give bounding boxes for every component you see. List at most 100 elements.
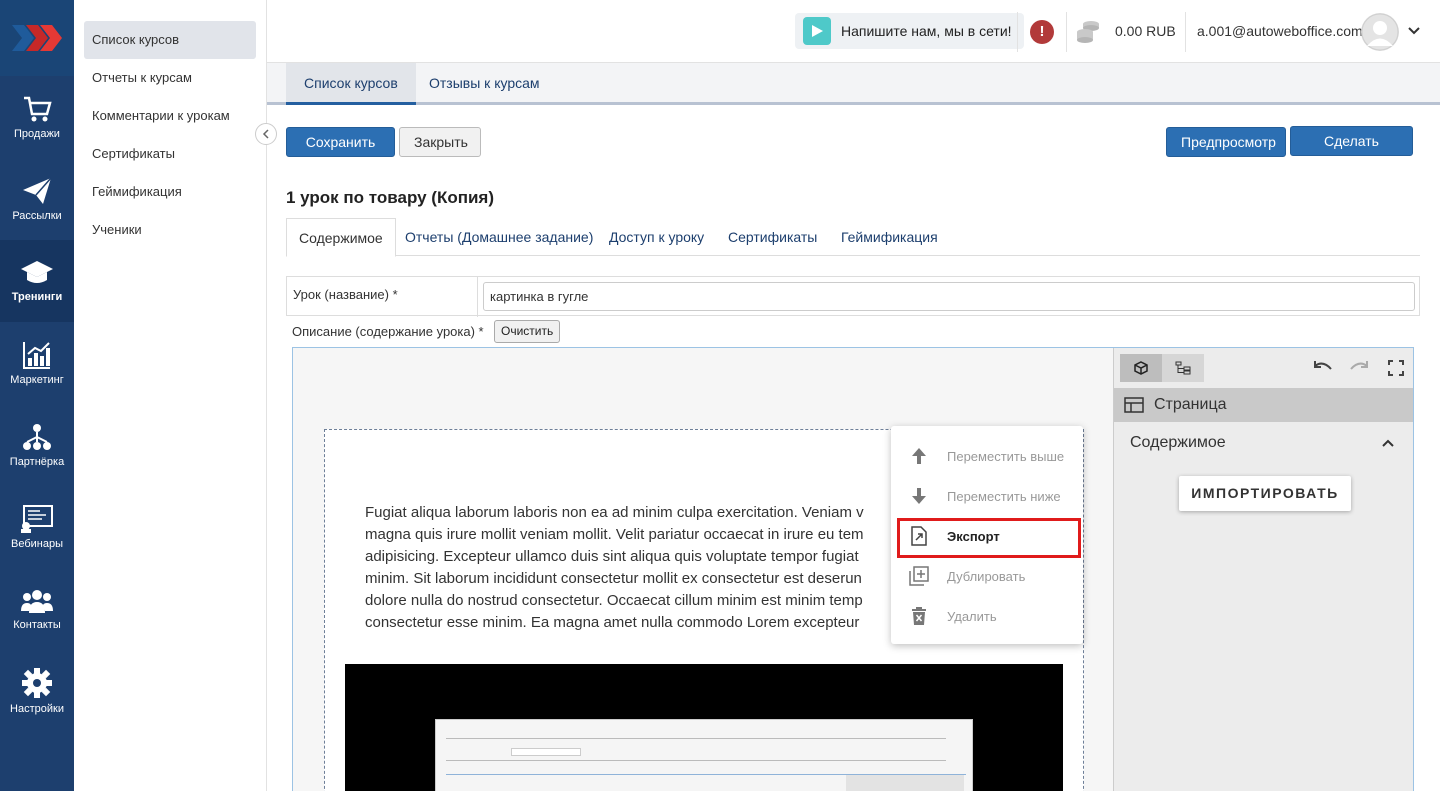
panel-toolbar	[1114, 348, 1413, 388]
arrow-down-icon	[912, 488, 926, 504]
chevron-up-icon	[1382, 439, 1394, 447]
logo-chevrons-icon	[12, 25, 62, 51]
text-line: Fugiat aliqua laborum laboris non ea ad …	[365, 504, 864, 521]
lesson-name-input[interactable]: картинка в гугле	[483, 282, 1415, 311]
menu-item-delete[interactable]: Удалить	[891, 596, 1083, 636]
subnav-item-certificates[interactable]: Сертификаты	[84, 135, 256, 173]
gear-icon	[22, 668, 52, 698]
fullscreen-icon[interactable]	[1388, 360, 1404, 376]
video-block[interactable]	[345, 664, 1063, 791]
menu-item-label: Переместить ниже	[947, 488, 1061, 504]
collapse-sidebar-button[interactable]	[255, 123, 277, 145]
main-sidebar: Продажи Рассылки Тренинги Маркетинг Парт…	[0, 0, 74, 791]
secondary-nav: Список курсов Отчеты к курсам Комментари…	[74, 0, 267, 791]
tab-course-list[interactable]: Список курсов	[286, 63, 416, 105]
tab-certificates[interactable]: Сертификаты	[728, 218, 817, 256]
chevron-left-icon	[262, 129, 269, 139]
make-copy-button[interactable]: Сделать копию	[1290, 126, 1413, 177]
lesson-tabs: Содержимое Отчеты (Домашнее задание) Дос…	[286, 218, 1420, 257]
thumbnail-line	[446, 760, 946, 761]
coins-icon	[1077, 21, 1099, 43]
rail-item-marketing[interactable]: Маркетинг	[0, 322, 74, 404]
rail-label: Тренинги	[11, 291, 63, 303]
chat-button[interactable]: Напишите нам, мы в сети!	[795, 13, 1024, 49]
preview-button[interactable]: Предпросмотр	[1166, 127, 1286, 157]
header-divider	[1017, 12, 1018, 52]
tab-access[interactable]: Доступ к уроку	[609, 218, 704, 256]
duplicate-icon	[909, 566, 929, 586]
panel-page-row[interactable]: Страница	[1114, 388, 1413, 422]
network-icon	[23, 424, 51, 450]
export-highlight-box	[897, 518, 1081, 558]
app-logo[interactable]	[0, 0, 74, 76]
thumbnail-line	[446, 738, 946, 739]
menu-item-duplicate[interactable]: Дублировать	[891, 556, 1083, 596]
webinar-screen-icon	[21, 505, 53, 533]
video-thumbnail	[435, 719, 973, 791]
rail-item-sales[interactable]: Продажи	[0, 76, 74, 158]
undo-icon[interactable]	[1312, 360, 1334, 376]
rail-label: Вебинары	[11, 538, 63, 550]
blocks-tool-button[interactable]	[1120, 354, 1162, 382]
subnav-item-course-reports[interactable]: Отчеты к курсам	[84, 59, 256, 97]
tab-content[interactable]: Содержимое	[286, 218, 396, 257]
rail-item-settings[interactable]: Настройки	[0, 650, 74, 732]
chat-label: Напишите нам, мы в сети!	[841, 23, 1012, 39]
text-line: consectetur esse minim. Ea magna amet nu…	[365, 614, 860, 631]
subnav-item-gamification[interactable]: Геймификация	[84, 173, 256, 211]
alert-icon[interactable]: !	[1030, 20, 1054, 44]
tab-course-reviews[interactable]: Отзывы к курсам	[411, 63, 558, 105]
text-block[interactable]: Fugiat aliqua laborum laboris non ea ad …	[365, 502, 925, 634]
subnav-item-lesson-comments[interactable]: Комментарии к урокам	[84, 97, 256, 135]
menu-item-move-down[interactable]: Переместить ниже	[891, 476, 1083, 516]
trash-icon	[912, 607, 926, 625]
page-tabs: Список курсов Отзывы к курсам	[267, 63, 1440, 105]
subnav-item-course-list[interactable]: Список курсов	[84, 21, 256, 59]
rail-item-webinars[interactable]: Вебинары	[0, 486, 74, 568]
rail-label: Продажи	[14, 128, 60, 140]
balance-amount: 0.00 RUB	[1115, 23, 1176, 39]
users-icon	[21, 590, 53, 613]
chat-play-icon	[803, 17, 831, 45]
description-label: Описание (содержание урока) *	[292, 324, 484, 339]
cart-icon	[24, 96, 52, 122]
rail-label: Маркетинг	[10, 374, 64, 386]
menu-item-label: Переместить выше	[947, 448, 1065, 464]
rail-item-partners[interactable]: Партнёрка	[0, 404, 74, 486]
graduation-cap-icon	[21, 261, 53, 283]
layers-tool-button[interactable]	[1162, 354, 1204, 382]
thumbnail-panel	[846, 775, 964, 791]
top-header: Напишите нам, мы в сети! ! 0.00 RUB a.00…	[267, 0, 1440, 63]
subnav-item-students[interactable]: Ученики	[84, 211, 256, 249]
save-button[interactable]: Сохранить	[286, 127, 395, 157]
user-email[interactable]: a.001@autoweboffice.com	[1197, 23, 1363, 39]
panel-section-label: Содержимое	[1130, 434, 1226, 451]
redo-icon[interactable]	[1348, 360, 1370, 376]
rail-item-contacts[interactable]: Контакты	[0, 568, 74, 650]
clear-button[interactable]: Очистить	[494, 320, 561, 343]
menu-item-move-up[interactable]: Переместить выше	[891, 436, 1083, 476]
panel-page-label: Страница	[1154, 396, 1227, 413]
rail-item-trainings[interactable]: Тренинги	[0, 240, 74, 322]
page-builder-editor: Fugiat aliqua laborum laboris non ea ad …	[292, 347, 1414, 791]
panel-content-section[interactable]: Содержимое	[1114, 422, 1413, 464]
rail-label: Партнёрка	[9, 456, 65, 468]
close-button[interactable]: Закрыть	[399, 127, 481, 157]
lesson-name-row: Урок (название) * картинка в гугле	[286, 276, 1420, 317]
lesson-name-label: Урок (название) *	[293, 287, 398, 302]
avatar[interactable]	[1361, 13, 1399, 51]
bar-chart-icon	[23, 342, 50, 369]
tab-gamification[interactable]: Геймификация	[841, 218, 938, 256]
tab-reports[interactable]: Отчеты (Домашнее задание)	[405, 218, 593, 256]
rail-label: Настройки	[10, 703, 64, 715]
import-button[interactable]: ИМПОРТИРОВАТЬ	[1179, 476, 1351, 511]
text-line: dolore nulla do nostrud consectetur. Occ…	[365, 592, 863, 609]
rail-item-mailing[interactable]: Рассылки	[0, 158, 74, 240]
rail-label: Контакты	[13, 619, 61, 631]
header-divider	[1066, 12, 1067, 52]
chevron-down-icon[interactable]	[1407, 24, 1421, 38]
text-line: minim. Sit laborum incididunt consectetu…	[365, 570, 862, 587]
builder-side-panel: Страница Содержимое ИМПОРТИРОВАТЬ	[1113, 348, 1413, 791]
tree-structure-icon	[1175, 361, 1191, 375]
menu-item-label: Дублировать	[947, 568, 1026, 584]
